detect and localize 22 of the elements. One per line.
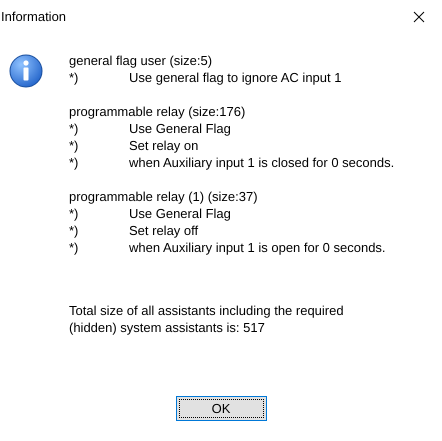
item-text: Use General Flag	[129, 120, 231, 137]
item-text: when Auxiliary input 1 is closed for 0 seconds.	[129, 154, 394, 171]
window-title: Information	[0, 8, 66, 26]
close-icon	[413, 10, 425, 22]
item-text: when Auxiliary input 1 is open for 0 seconds.	[129, 239, 386, 256]
bullet-marker: *)	[69, 205, 80, 222]
item-text: Use General Flag	[129, 205, 231, 222]
item-text: Set relay on	[129, 137, 198, 154]
item-text: Set relay off	[129, 222, 198, 239]
info-icon	[9, 54, 43, 88]
bullet-marker: *)	[69, 239, 80, 256]
item-text: Use general flag to ignore AC input 1	[129, 69, 342, 86]
bullet-marker: *)	[69, 137, 80, 154]
bullet-marker: *)	[69, 154, 80, 171]
bullet-marker: *)	[69, 222, 80, 239]
bullet-marker: *)	[69, 120, 80, 137]
section-heading: general flag user (size:5)	[69, 52, 214, 69]
ok-button[interactable]: OK	[176, 396, 266, 421]
summary-text: Total size of all assistants including the required (hidden) system assistants is: 517	[69, 302, 345, 336]
section-heading: programmable relay (size:176)	[69, 103, 246, 120]
bullet-marker: *)	[69, 69, 80, 86]
section-heading: programmable relay (1) (size:37)	[69, 188, 259, 205]
